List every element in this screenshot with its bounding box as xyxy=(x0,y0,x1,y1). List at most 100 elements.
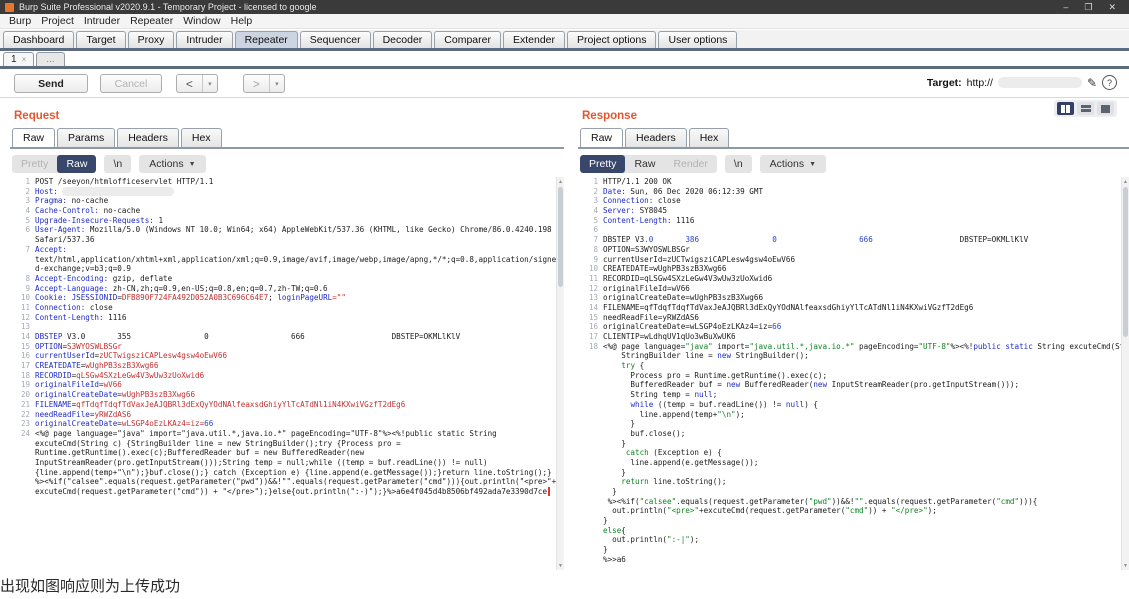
menu-burp[interactable]: Burp xyxy=(4,15,36,27)
line-number: 2 xyxy=(10,187,35,197)
response-newline-toggle[interactable]: \n xyxy=(725,155,752,173)
scroll-up-icon[interactable]: ▲ xyxy=(1122,177,1129,186)
code-line: else{ xyxy=(578,526,1121,536)
menu-repeater[interactable]: Repeater xyxy=(125,15,178,27)
request-newline-toggle[interactable]: \n xyxy=(104,155,131,173)
scroll-down-icon[interactable]: ▼ xyxy=(557,561,564,570)
back-dropdown-icon[interactable]: ▾ xyxy=(202,75,217,92)
tab-comparer[interactable]: Comparer xyxy=(434,31,501,48)
forward-button[interactable]: > ▾ xyxy=(243,74,285,93)
response-actions-button[interactable]: Actions▼ xyxy=(760,155,826,173)
tab-project-options[interactable]: Project options xyxy=(567,31,656,48)
code-line: return line.toString(); xyxy=(578,477,1121,487)
maximize-button[interactable]: ❐ xyxy=(1084,2,1092,13)
request-tab-params[interactable]: Params xyxy=(57,128,115,147)
layout-rows-button[interactable] xyxy=(1077,102,1094,115)
line-number: 15 xyxy=(578,313,603,323)
code-line: d-exchange;v=b3;q=0.9 xyxy=(10,264,556,274)
request-tab-headers[interactable]: Headers xyxy=(117,128,179,147)
code-line: excuteCmd(request.getParameter("cmd")) +… xyxy=(10,487,556,497)
response-pretty-raw-group: PrettyRawRender xyxy=(580,155,717,173)
line-number: 23 xyxy=(10,419,35,429)
menu-intruder[interactable]: Intruder xyxy=(79,15,125,27)
code-line: 19originalFileId=wV66 xyxy=(10,380,556,390)
code-line: } xyxy=(578,545,1121,555)
send-button[interactable]: Send xyxy=(14,74,88,93)
tab-decoder[interactable]: Decoder xyxy=(373,31,433,48)
tab-sequencer[interactable]: Sequencer xyxy=(300,31,371,48)
request-view-raw[interactable]: Raw xyxy=(57,155,96,173)
minimize-button[interactable]: – xyxy=(1063,2,1068,13)
tab-proxy[interactable]: Proxy xyxy=(128,31,175,48)
code-line: excuteCmd(String c) {StringBuilder line … xyxy=(10,439,556,449)
code-line: InputStreamReader(pro.getInputStream()))… xyxy=(10,458,556,468)
line-number: 22 xyxy=(10,410,35,420)
line-number: 17 xyxy=(10,361,35,371)
line-number: 3 xyxy=(578,196,603,206)
layout-view-buttons xyxy=(1054,100,1117,117)
code-line: 14FILENAME=qfTdqfTdqfTdVaxJeAJQBRl3dExQy… xyxy=(578,303,1121,313)
line-number: 14 xyxy=(578,303,603,313)
code-line: 14DBSTEP V3.0 355 0 666 DBSTEP=OKMLlKlV xyxy=(10,332,556,342)
menu-window[interactable]: Window xyxy=(178,15,225,27)
request-tab-hex[interactable]: Hex xyxy=(181,128,222,147)
tab-intruder[interactable]: Intruder xyxy=(176,31,232,48)
request-scrollbar-thumb[interactable] xyxy=(558,187,563,287)
layout-columns-button[interactable] xyxy=(1057,102,1074,115)
forward-arrow-icon[interactable]: > xyxy=(244,75,269,92)
request-actions-button[interactable]: Actions▼ xyxy=(139,155,205,173)
repeater-tab-1[interactable]: 1× xyxy=(3,52,34,66)
response-editor[interactable]: 1HTTP/1.1 200 OK2Date: Sun, 06 Dec 2020 … xyxy=(578,177,1121,570)
layout-single-button[interactable] xyxy=(1097,102,1114,115)
line-number: 7 xyxy=(10,245,35,255)
scroll-down-icon[interactable]: ▼ xyxy=(1122,561,1129,570)
tab-dashboard[interactable]: Dashboard xyxy=(3,31,74,48)
code-line: 5Content-Length: 1116 xyxy=(578,216,1121,226)
target-label: Target: xyxy=(927,77,962,89)
line-number: 7 xyxy=(578,235,603,245)
code-line: 15OPTION=S3WYOSWLBSGr xyxy=(10,342,556,352)
forward-dropdown-icon[interactable]: ▾ xyxy=(269,75,284,92)
cancel-button[interactable]: Cancel xyxy=(100,74,162,93)
line-number: 9 xyxy=(578,255,603,265)
response-view-pretty[interactable]: Pretty xyxy=(580,155,625,173)
tab-extender[interactable]: Extender xyxy=(503,31,565,48)
request-tab-raw[interactable]: Raw xyxy=(12,128,55,147)
tab-target[interactable]: Target xyxy=(76,31,125,48)
menu-project[interactable]: Project xyxy=(36,15,79,27)
code-line: 8OPTION=S3WYOSWLBSGr xyxy=(578,245,1121,255)
close-button[interactable]: ✕ xyxy=(1108,2,1116,13)
code-line: 24<%@ page language="java" import="java.… xyxy=(10,429,556,439)
menu-help[interactable]: Help xyxy=(226,15,258,27)
response-view-render[interactable]: Render xyxy=(664,155,716,173)
response-scrollbar[interactable]: ▲ ▼ xyxy=(1121,177,1129,570)
help-icon[interactable]: ? xyxy=(1102,75,1117,90)
line-number: 3 xyxy=(10,196,35,206)
tab-user-options[interactable]: User options xyxy=(658,31,737,48)
request-editor[interactable]: 1POST /seeyon/htmlofficeservlet HTTP/1.1… xyxy=(10,177,556,570)
scroll-up-icon[interactable]: ▲ xyxy=(557,177,564,186)
response-tab-headers[interactable]: Headers xyxy=(625,128,687,147)
response-view-raw[interactable]: Raw xyxy=(625,155,664,173)
code-line: text/html,application/xhtml+xml,applicat… xyxy=(10,255,556,265)
back-arrow-icon[interactable]: < xyxy=(177,75,202,92)
code-line: 4Server: SY8045 xyxy=(578,206,1121,216)
line-number: 8 xyxy=(578,245,603,255)
code-line: while ((temp = buf.readLine()) != null) … xyxy=(578,400,1121,410)
close-tab-icon[interactable]: × xyxy=(22,55,27,64)
code-line: 2Date: Sun, 06 Dec 2020 06:12:39 GMT xyxy=(578,187,1121,197)
response-scrollbar-thumb[interactable] xyxy=(1123,187,1128,337)
code-line: 9Accept-Language: zh-CN,zh;q=0.9,en-US;q… xyxy=(10,284,556,294)
request-view-pretty[interactable]: Pretty xyxy=(12,155,57,173)
response-tabs-underline xyxy=(578,147,1129,149)
line-number: 6 xyxy=(10,225,35,235)
request-scrollbar[interactable]: ▲ ▼ xyxy=(556,177,564,570)
burp-logo-icon xyxy=(5,3,14,12)
response-tab-raw[interactable]: Raw xyxy=(580,128,623,147)
tab-repeater[interactable]: Repeater xyxy=(235,31,298,48)
edit-target-icon[interactable]: ✎ xyxy=(1087,76,1097,90)
response-editor-tabs: RawHeadersHex xyxy=(580,126,729,147)
response-tab-hex[interactable]: Hex xyxy=(689,128,730,147)
back-button[interactable]: < ▾ xyxy=(176,74,218,93)
repeater-tab--[interactable]: ... xyxy=(36,52,64,66)
